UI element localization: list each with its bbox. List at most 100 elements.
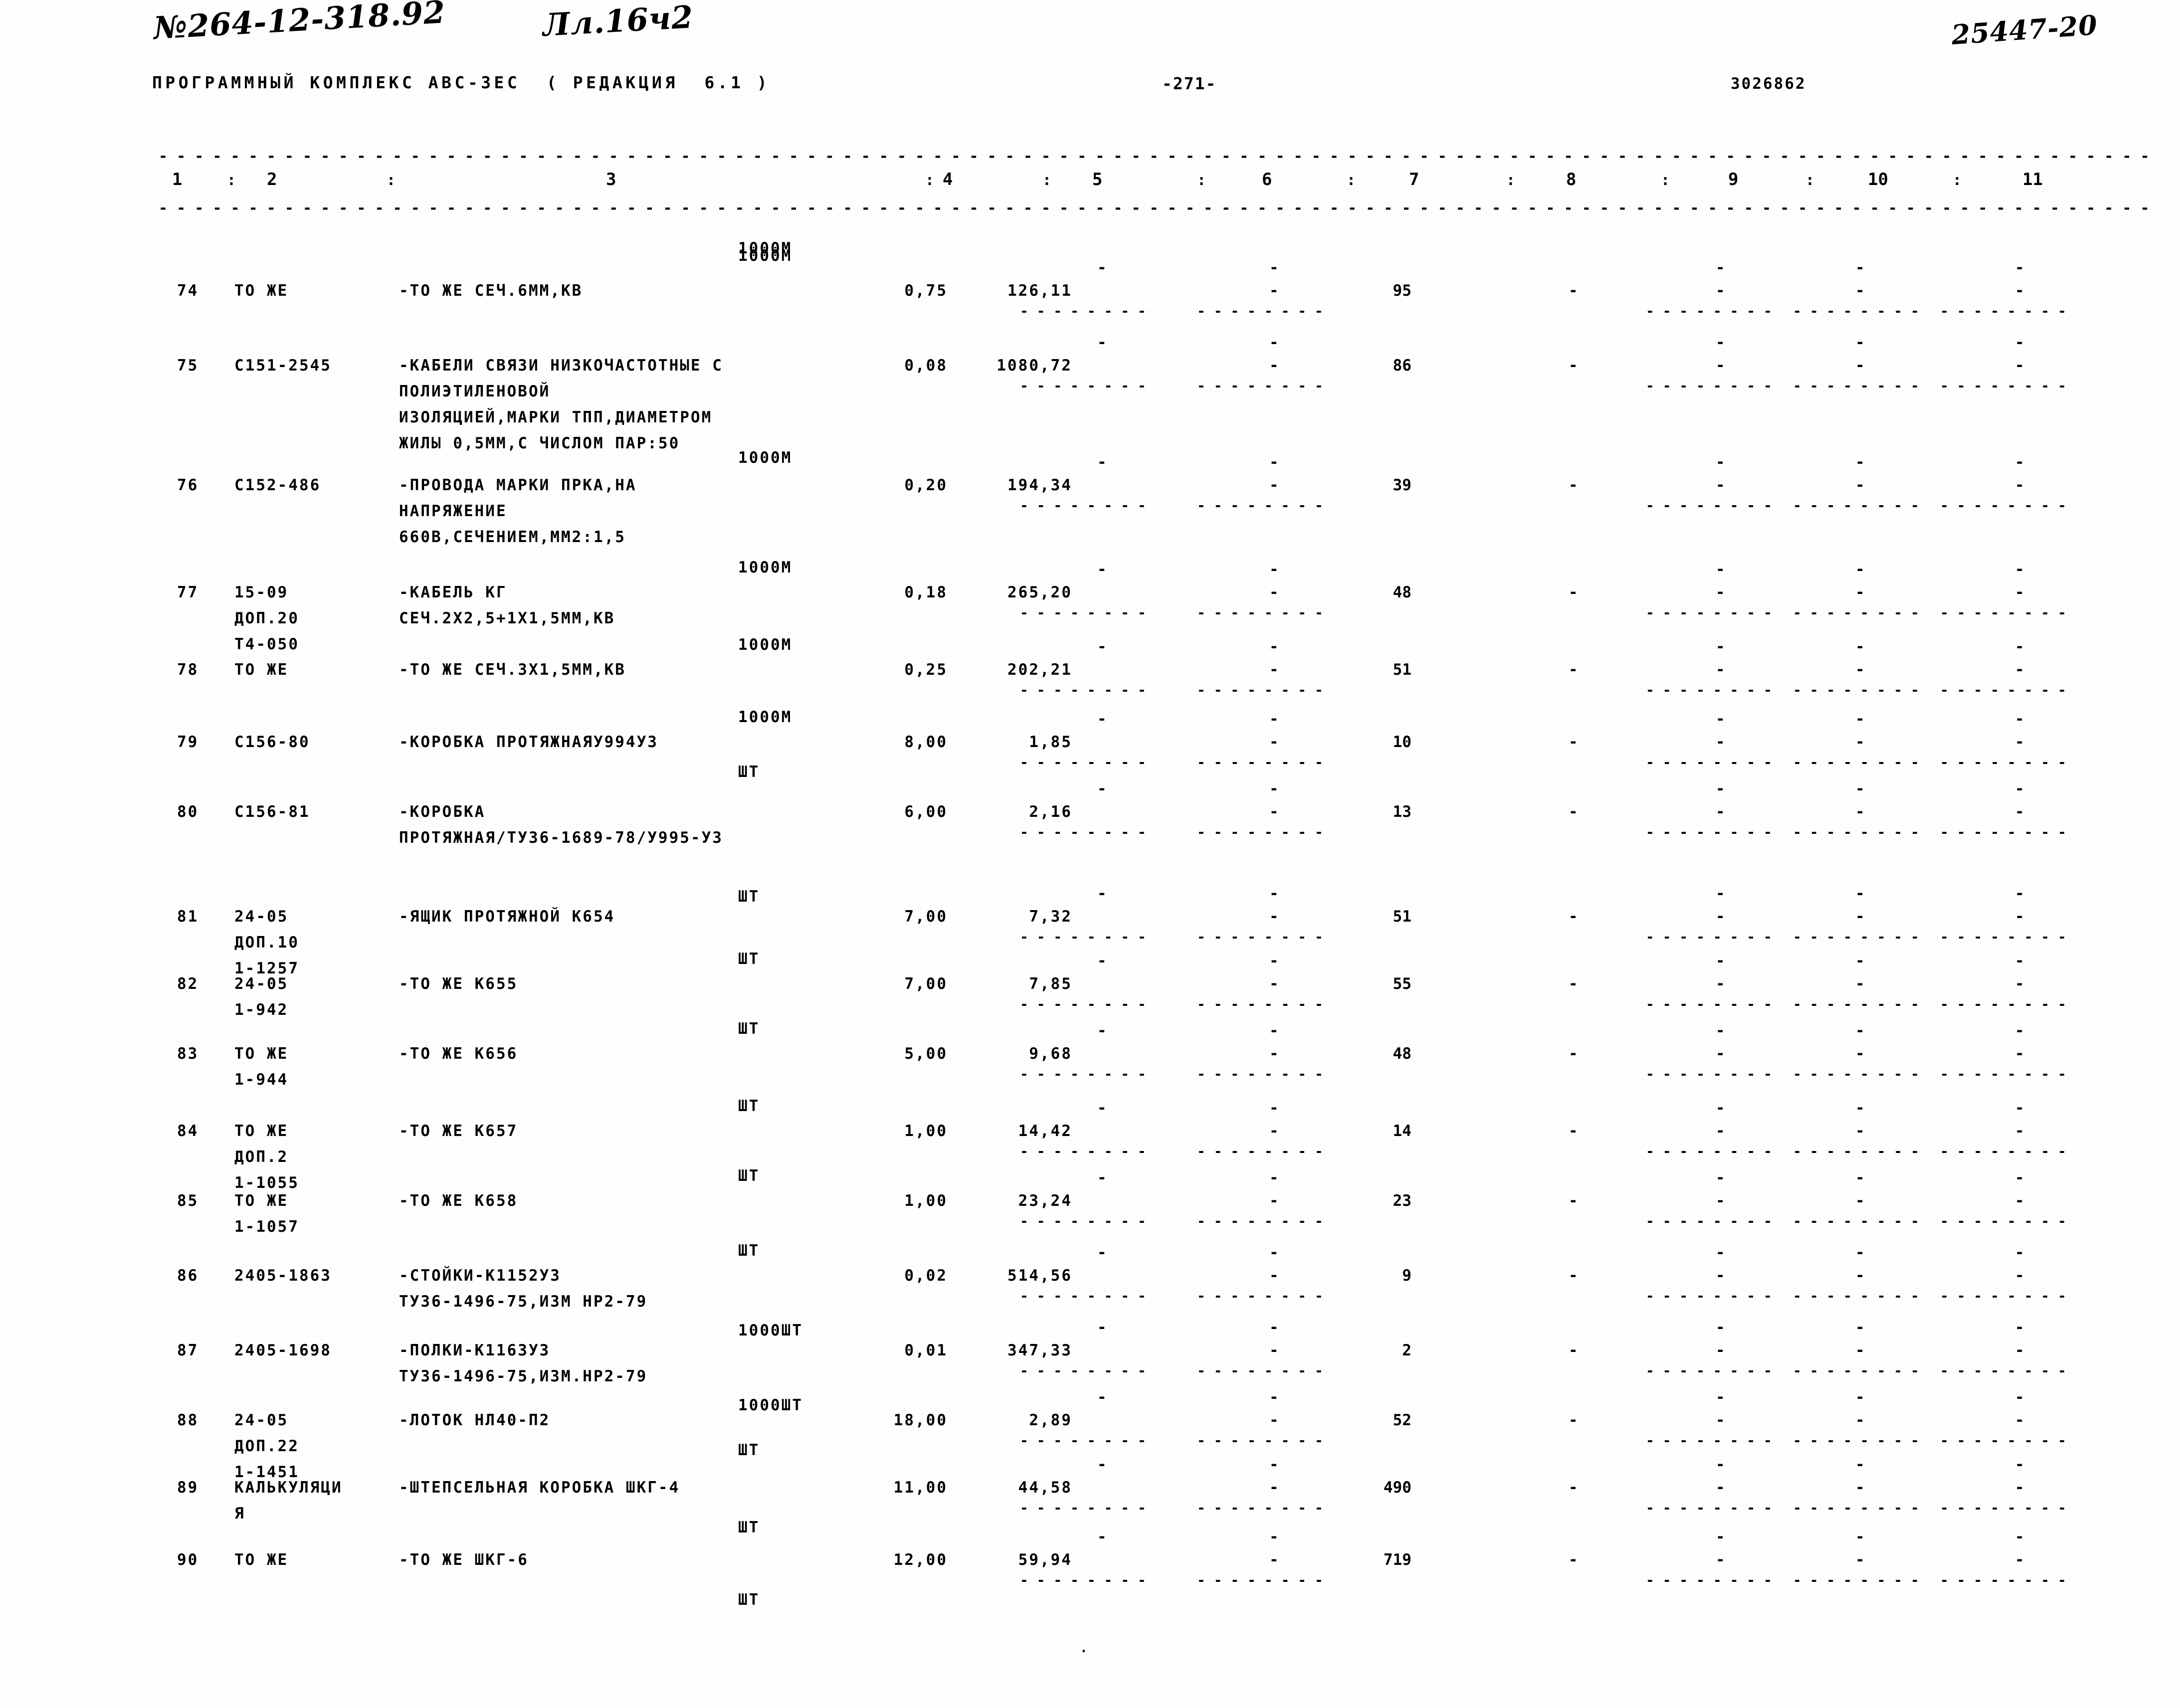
- row-col8-82: -: [1569, 975, 1578, 993]
- row-col8-88: -: [1569, 1411, 1578, 1429]
- row-rule-col10-81: - - - - - - - -: [1793, 929, 1919, 945]
- row-number-78: 78: [177, 661, 199, 679]
- row-col9-87: -: [1716, 1341, 1725, 1359]
- row-col10-74: -: [1855, 282, 1865, 300]
- row-mark-col9-81: -: [1716, 885, 1725, 903]
- row-col5-80: 2,16: [1029, 803, 1072, 821]
- row-code-88-0: 24-05: [234, 1411, 289, 1429]
- column-header-8: 8: [1566, 170, 1577, 190]
- row-rule-col11-80: - - - - - - - -: [1940, 824, 2066, 840]
- row-col10-83: -: [1855, 1045, 1865, 1063]
- column-separator-5: :: [1197, 172, 1206, 189]
- row-col11-85: -: [2015, 1192, 2024, 1210]
- column-header-5: 5: [1092, 170, 1103, 190]
- row-description-80-1: ПРОТЯЖНАЯ/ТУ36-1689-78/У995-У3: [399, 829, 723, 847]
- row-mark-col10-83: -: [1855, 1022, 1865, 1040]
- row-col7-80: 13: [1392, 803, 1411, 821]
- row-col8-75: -: [1569, 357, 1578, 375]
- row-col11-88: -: [2015, 1411, 2024, 1429]
- row-code-81-1: ДОП.10: [234, 934, 299, 951]
- row-mark-col6-81: -: [1269, 885, 1279, 903]
- row-number-83: 83: [177, 1045, 199, 1063]
- row-col4-75: 0,08: [904, 357, 948, 375]
- row-col5-87: 347,33: [1007, 1341, 1072, 1359]
- row-col10-76: -: [1855, 476, 1865, 494]
- row-code-87-0: 2405-1698: [234, 1341, 332, 1359]
- row-col4-81: 7,00: [904, 908, 948, 926]
- row-code-88-1: ДОП.22: [234, 1437, 299, 1455]
- row-col11-82: -: [2015, 975, 2024, 993]
- row-col6-82: -: [1269, 975, 1279, 993]
- row-mark-col9-88: -: [1716, 1388, 1725, 1406]
- row-col5-79: 1,85: [1029, 733, 1072, 751]
- row-mark-col6-80: -: [1269, 780, 1279, 798]
- row-col7-76: 39: [1392, 476, 1411, 494]
- row-col9-77: -: [1716, 583, 1725, 601]
- row-col11-83: -: [2015, 1045, 2024, 1063]
- row-col8-86: -: [1569, 1267, 1578, 1285]
- row-rule-col9-79: - - - - - - - -: [1646, 754, 1772, 770]
- row-description-75-1: ПОЛИЭТИЛЕНОВОЙ: [399, 382, 551, 400]
- row-col4-86: 0,02: [904, 1267, 948, 1285]
- column-separator-3: :: [925, 172, 935, 189]
- row-rule-col9-87: - - - - - - - -: [1646, 1362, 1772, 1379]
- row-rule-col10-84: - - - - - - - -: [1793, 1143, 1919, 1159]
- row-col5-76: 194,34: [1007, 476, 1072, 494]
- row-col9-78: -: [1716, 661, 1725, 679]
- row-mark-col6-74: -: [1269, 259, 1279, 277]
- row-rule-col6-82: - - - - - - - - -: [1197, 996, 1332, 1012]
- row-description-85-0: -ТО ЖЕ К658: [399, 1192, 518, 1210]
- row-description-75-0: -КАБЕЛИ СВЯЗИ НИЗКОЧАСТОТНЫЕ С: [399, 357, 723, 375]
- row-rule-col11-85: - - - - - - - -: [1940, 1213, 2066, 1229]
- row-col5-74: 126,11: [1007, 282, 1072, 300]
- row-mark-col6-76: -: [1269, 453, 1279, 471]
- row-col10-86: -: [1855, 1267, 1865, 1285]
- row-mark-col6-87: -: [1269, 1319, 1279, 1336]
- row-mark-col9-83: -: [1716, 1022, 1725, 1040]
- row-col6-78: -: [1269, 661, 1279, 679]
- row-col11-78: -: [2015, 661, 2024, 679]
- row-mark-col9-75: -: [1716, 334, 1725, 352]
- row-description-89-0: -ШТЕПСЕЛЬНАЯ КОРОБКА ШКГ-4: [399, 1479, 680, 1497]
- row-col4-89: 11,00: [893, 1479, 948, 1497]
- row-col6-79: -: [1269, 733, 1279, 751]
- row-description-79-0: -КОРОБКА ПРОТЯЖНАЯУ994У3: [399, 733, 658, 751]
- row-col8-78: -: [1569, 661, 1578, 679]
- row-col10-85: -: [1855, 1192, 1865, 1210]
- row-rule-col6-90: - - - - - - - - -: [1197, 1572, 1332, 1588]
- row-col9-80: -: [1716, 803, 1725, 821]
- row-mark-col11-74: -: [2015, 259, 2024, 277]
- row-mark-col11-79: -: [2015, 710, 2024, 728]
- row-rule-col5-87: - - - - - - - - -: [1020, 1362, 1155, 1379]
- row-col5-84: 14,42: [1018, 1122, 1072, 1140]
- row-col10-80: -: [1855, 803, 1865, 821]
- column-header-1: 1: [172, 170, 183, 190]
- row-rule-col5-88: - - - - - - - - -: [1020, 1432, 1155, 1449]
- column-separator-7: :: [1506, 172, 1516, 189]
- row-number-79: 79: [177, 733, 199, 751]
- row-col10-90: -: [1855, 1551, 1865, 1569]
- row-col11-79: -: [2015, 733, 2024, 751]
- handwritten-document-code: №264-12-318.92: [152, 0, 446, 46]
- row-rule-col10-77: - - - - - - - -: [1793, 604, 1919, 621]
- row-description-77-1: СЕЧ.2Х2,5+1Х1,5ММ,КВ: [399, 609, 615, 627]
- row-col9-89: -: [1716, 1479, 1725, 1497]
- row-rule-col9-75: - - - - - - - -: [1646, 378, 1772, 394]
- row-description-83-0: -ТО ЖЕ К656: [399, 1045, 518, 1063]
- column-separator-1: :: [227, 172, 236, 189]
- row-rule-col5-85: - - - - - - - - -: [1020, 1213, 1155, 1229]
- row-col8-85: -: [1569, 1192, 1578, 1210]
- row-mark-col11-84: -: [2015, 1099, 2024, 1117]
- row-code-89-0: КАЛЬКУЛЯЦИ: [234, 1479, 343, 1497]
- row-number-85: 85: [177, 1192, 199, 1210]
- row-rule-col6-80: - - - - - - - - -: [1197, 824, 1332, 840]
- row-mark-col10-77: -: [1855, 561, 1865, 578]
- row-col6-87: -: [1269, 1341, 1279, 1359]
- row-col10-78: -: [1855, 661, 1865, 679]
- row-col6-75: -: [1269, 357, 1279, 375]
- row-rule-col6-78: - - - - - - - - -: [1197, 682, 1332, 698]
- row-col4-83: 5,00: [904, 1045, 948, 1063]
- row-mark-col9-82: -: [1716, 952, 1725, 970]
- row-rule-col11-87: - - - - - - - -: [1940, 1362, 2066, 1379]
- row-rule-col11-77: - - - - - - - -: [1940, 604, 2066, 621]
